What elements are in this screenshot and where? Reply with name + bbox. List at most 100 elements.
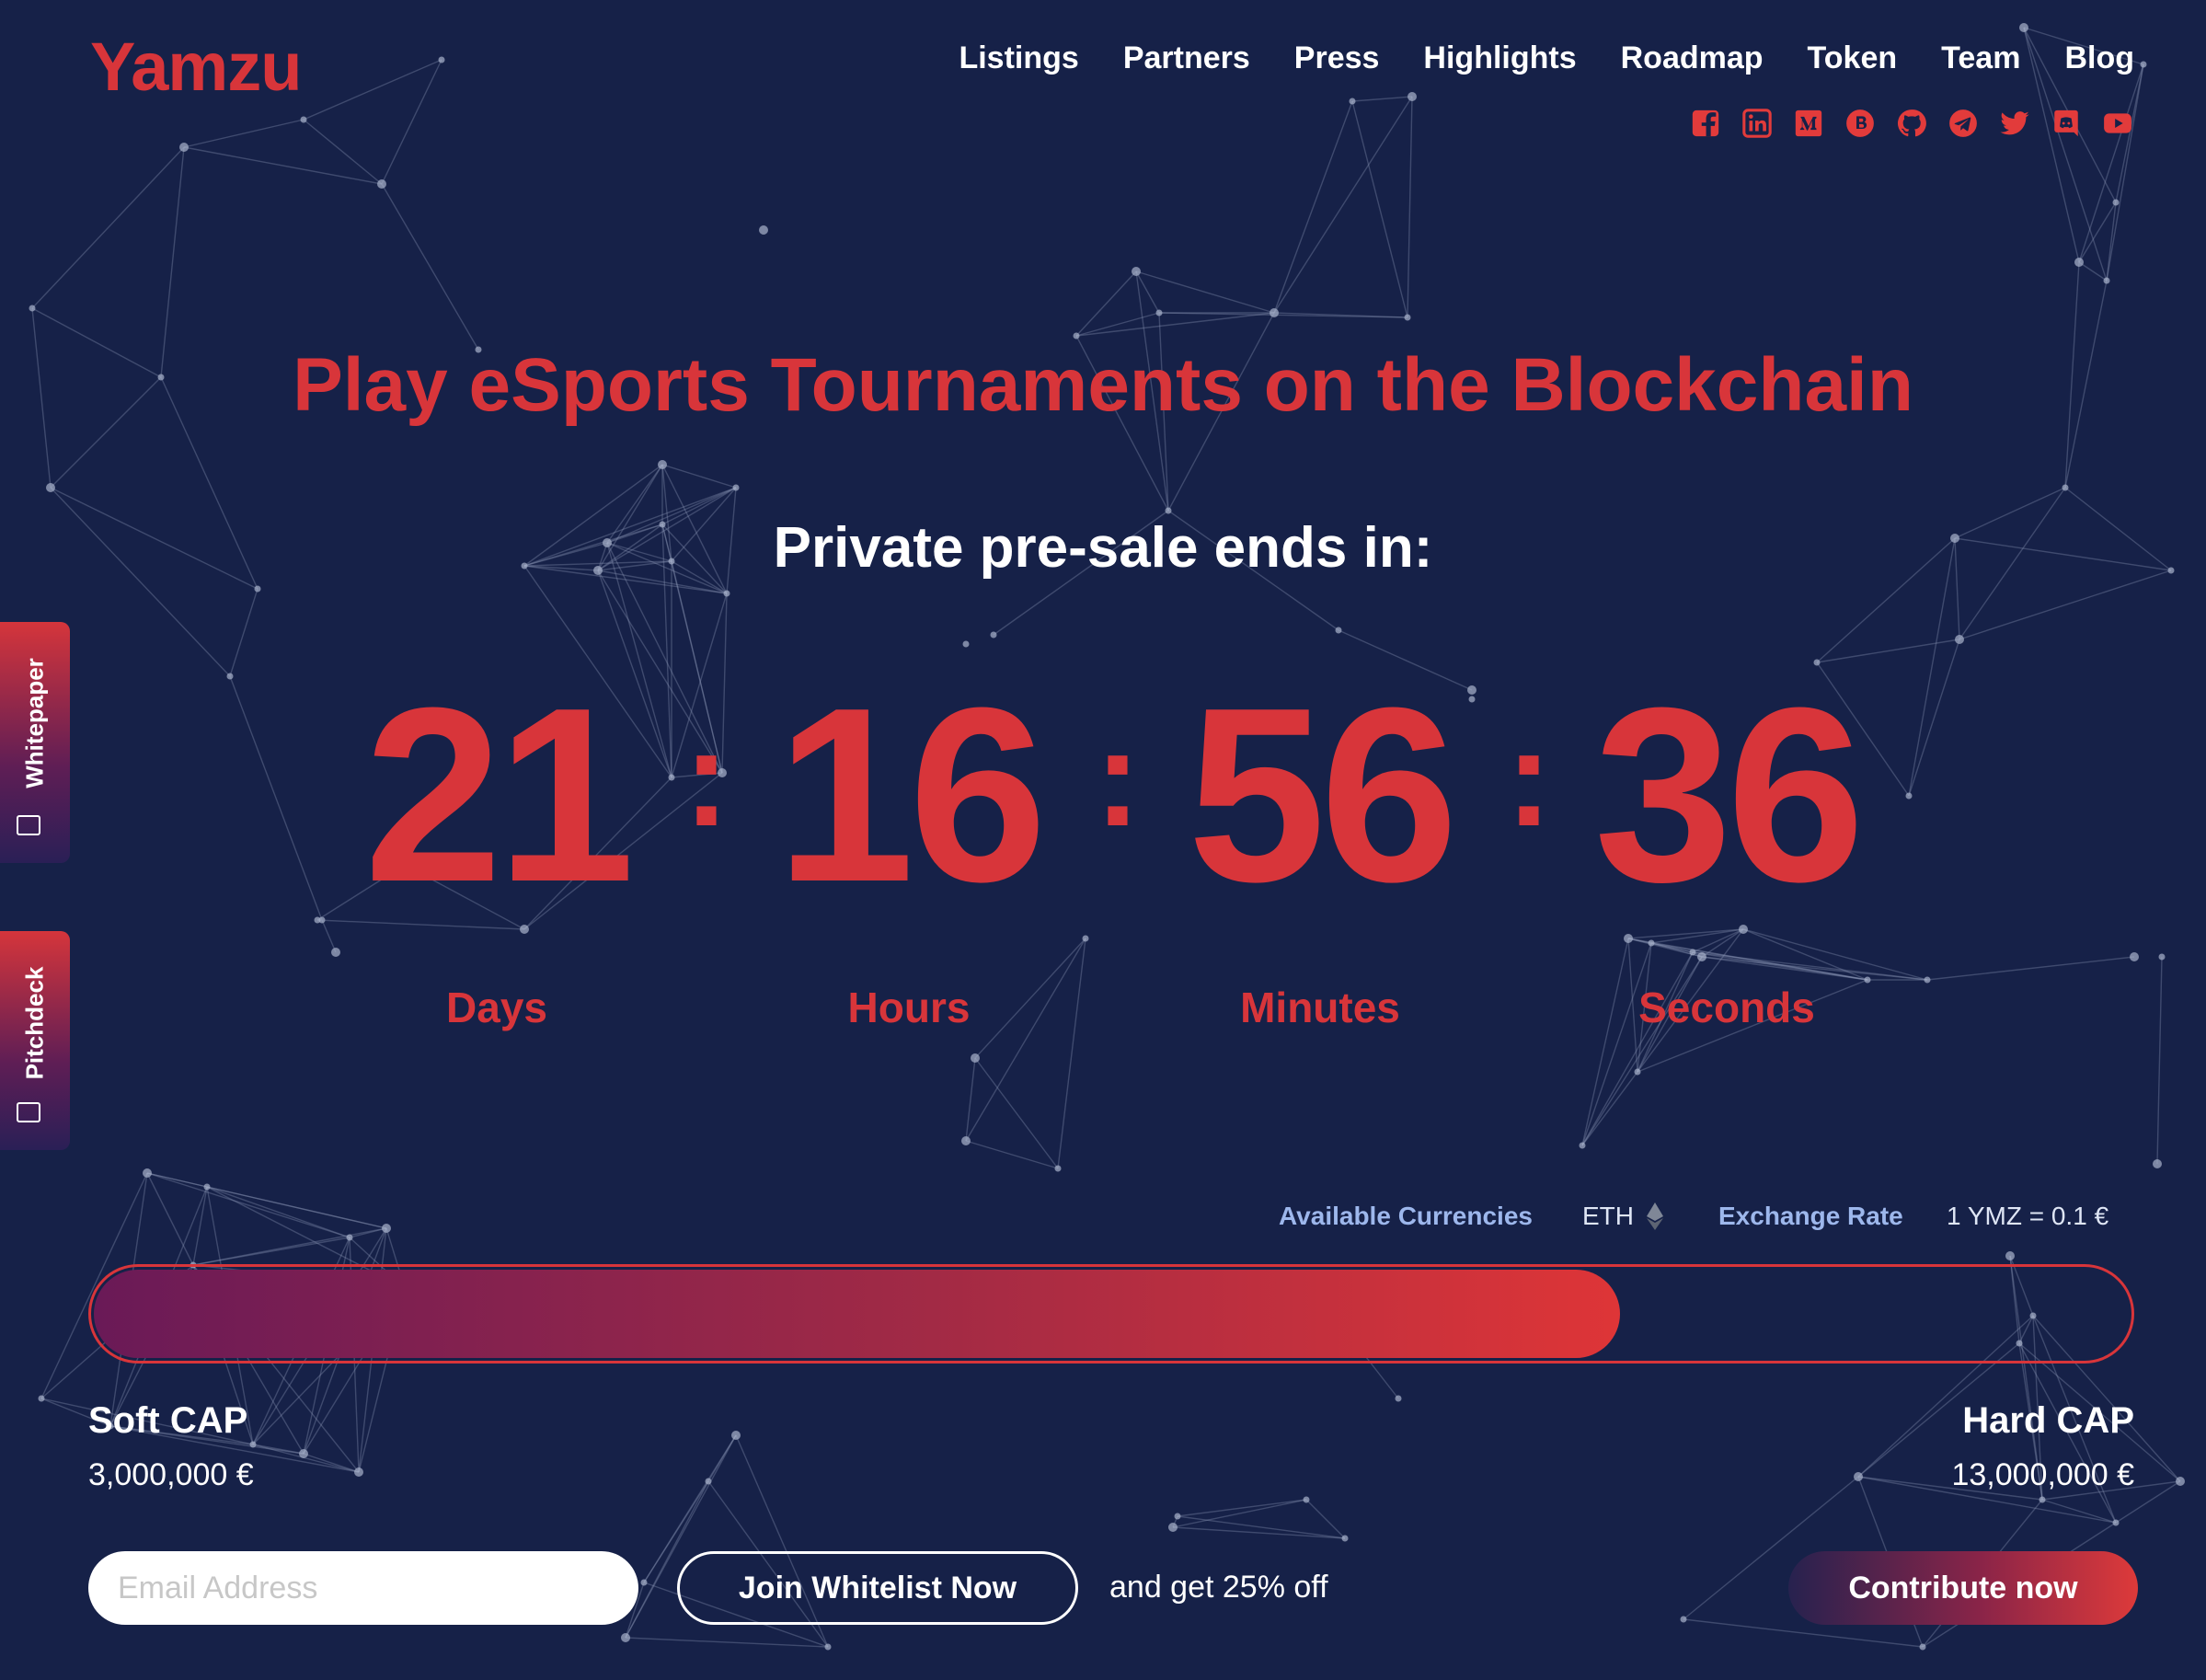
hard-cap-label: Hard CAP: [1962, 1400, 2134, 1441]
network-link: [146, 1172, 350, 1238]
network-link: [381, 59, 442, 185]
soft-cap-label: Soft CAP: [88, 1400, 248, 1441]
network-link: [1177, 1499, 1307, 1517]
network-node: [658, 460, 667, 469]
eth-text: ETH: [1582, 1202, 1634, 1230]
network-link: [2078, 261, 2108, 282]
network-link: [1351, 100, 1408, 318]
nav-partners[interactable]: Partners: [1123, 40, 1250, 76]
countdown-title: Private pre-sale ends in:: [773, 516, 1433, 580]
network-link: [192, 1186, 208, 1266]
network-link: [192, 1227, 387, 1266]
network-link: [661, 464, 737, 489]
network-link: [1926, 956, 2135, 981]
network-node: [2019, 23, 2028, 32]
network-node: [2039, 1496, 2046, 1503]
network-node: [1624, 934, 1633, 943]
network-node: [962, 640, 970, 648]
join-whitelist-button[interactable]: Join Whitelist Now: [677, 1551, 1078, 1625]
pitchdeck-label: Pitchdeck: [20, 966, 49, 1080]
network-node: [2153, 1159, 2162, 1168]
network-link: [1075, 312, 1275, 337]
network-link: [1351, 96, 1413, 102]
currencies-value: ETH: [1582, 1202, 1663, 1231]
network-node: [731, 1431, 741, 1440]
bitcointalk-icon[interactable]: [1844, 107, 1877, 140]
whitepaper-tab[interactable]: Whitepaper: [0, 622, 70, 863]
network-node: [759, 225, 768, 235]
network-node: [2005, 1251, 2015, 1260]
sale-progress-fill: [94, 1270, 1620, 1358]
network-link: [183, 146, 383, 185]
network-node: [1648, 939, 1655, 947]
network-link: [1075, 270, 1137, 337]
network-link: [229, 675, 323, 921]
days-label: Days: [446, 984, 547, 1031]
network-node: [314, 916, 321, 924]
seconds-label: Seconds: [1638, 984, 1815, 1031]
network-node: [203, 1183, 211, 1191]
twitter-icon[interactable]: [1998, 107, 2031, 140]
discord-icon[interactable]: [2050, 107, 2083, 140]
network-node: [990, 631, 997, 639]
network-node: [438, 56, 445, 63]
linkedin-icon[interactable]: [1741, 107, 1774, 140]
network-node: [2103, 277, 2110, 284]
nav-press[interactable]: Press: [1294, 40, 1380, 76]
network-node: [249, 1441, 257, 1448]
nav-roadmap[interactable]: Roadmap: [1621, 40, 1764, 76]
network-node: [1634, 1068, 1641, 1076]
network-node: [1335, 627, 1342, 634]
main-nav: Listings Partners Press Highlights Roadm…: [959, 40, 2134, 76]
email-input[interactable]: [88, 1551, 638, 1625]
network-node: [2062, 484, 2069, 491]
github-icon[interactable]: [1895, 107, 1928, 140]
network-link: [31, 146, 185, 309]
network-link: [965, 1140, 1059, 1169]
youtube-icon[interactable]: [2101, 107, 2134, 140]
countdown-separator: :: [1095, 700, 1141, 855]
network-node: [1689, 949, 1696, 956]
telegram-icon[interactable]: [1947, 107, 1980, 140]
network-node: [2158, 953, 2166, 961]
hard-cap-value: 13,000,000 €: [1951, 1457, 2134, 1492]
countdown-minutes: 56: [1187, 657, 1458, 934]
network-link: [303, 119, 383, 185]
facebook-icon[interactable]: [1689, 107, 1722, 140]
nav-listings[interactable]: Listings: [959, 40, 1078, 76]
network-link: [1407, 96, 1413, 318]
minutes-label: Minutes: [1240, 984, 1400, 1031]
nav-blog[interactable]: Blog: [2064, 40, 2134, 76]
yamzu-logo[interactable]: Yamzu: [90, 28, 302, 106]
network-link: [381, 183, 479, 351]
contribute-button[interactable]: Contribute now: [1788, 1551, 2138, 1625]
network-node: [1132, 267, 1141, 276]
network-node: [1303, 1496, 1310, 1503]
nav-highlights[interactable]: Highlights: [1423, 40, 1576, 76]
medium-icon[interactable]: [1792, 107, 1825, 140]
network-link: [2106, 63, 2144, 282]
network-node: [2074, 258, 2084, 267]
countdown-separator: :: [1506, 700, 1552, 855]
network-node: [1955, 635, 1964, 644]
network-node: [354, 1467, 363, 1477]
network-node: [346, 1234, 353, 1241]
network-node: [38, 1395, 45, 1402]
nav-team[interactable]: Team: [1941, 40, 2020, 76]
network-link: [974, 1057, 1059, 1169]
nav-token[interactable]: Token: [1808, 40, 1898, 76]
network-link: [1581, 951, 1694, 1146]
network-node: [723, 590, 730, 597]
network-node: [226, 673, 234, 680]
discount-text: and get 25% off: [1109, 1570, 1328, 1605]
network-node: [1165, 507, 1172, 514]
network-node: [1082, 935, 1089, 942]
network-node: [1174, 1513, 1181, 1520]
network-node: [1404, 314, 1411, 321]
network-link: [1742, 928, 1928, 981]
pitchdeck-tab[interactable]: Pitchdeck: [0, 931, 70, 1150]
whitepaper-label: Whitepaper: [20, 658, 49, 788]
network-node: [2130, 952, 2139, 961]
network-link: [1075, 312, 1160, 337]
network-node: [1919, 1643, 1926, 1651]
